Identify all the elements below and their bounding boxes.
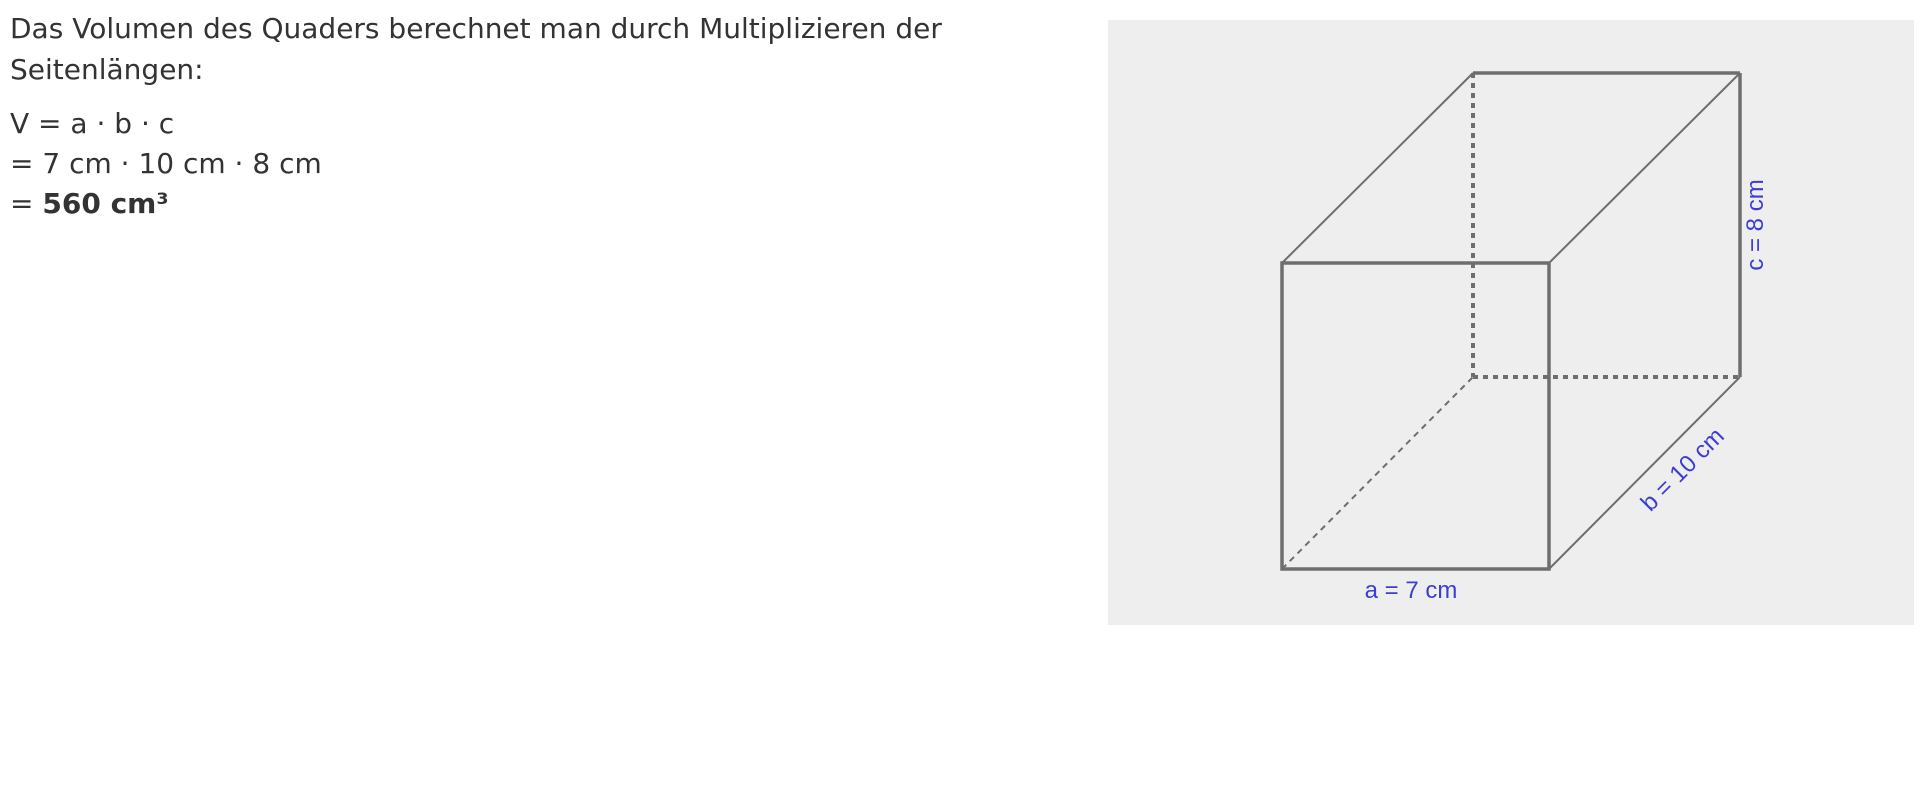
- top-edge-right: [1548, 72, 1741, 264]
- hidden-edge-diagonal: [1281, 376, 1474, 570]
- formula-line-3: = 560 cm³: [10, 184, 1010, 224]
- top-edge-left: [1281, 72, 1474, 264]
- bottom-edge-right: [1548, 376, 1741, 570]
- label-b: b = 10 cm: [1636, 423, 1730, 517]
- front-face: [1280, 261, 1551, 571]
- cuboid-diagram: a = 7 cm b = 10 cm c = 8 cm: [1280, 71, 1769, 604]
- label-c: c = 8 cm: [1742, 179, 1769, 270]
- formula-result: 560 cm³: [42, 187, 169, 220]
- explanation-text: Das Volumen des Quaders berechnet man du…: [10, 8, 1010, 224]
- cuboid-figure: a = 7 cm b = 10 cm c = 8 cm: [1108, 20, 1914, 625]
- formula-line-3-prefix: =: [10, 187, 43, 220]
- label-a: a = 7 cm: [1365, 577, 1458, 604]
- volume-formula: V = a · b · c = 7 cm · 10 cm · 8 cm = 56…: [10, 104, 1010, 224]
- formula-line-1: V = a · b · c: [10, 107, 175, 140]
- intro-paragraph: Das Volumen des Quaders berechnet man du…: [10, 12, 942, 86]
- formula-line-2: = 7 cm · 10 cm · 8 cm: [10, 147, 322, 180]
